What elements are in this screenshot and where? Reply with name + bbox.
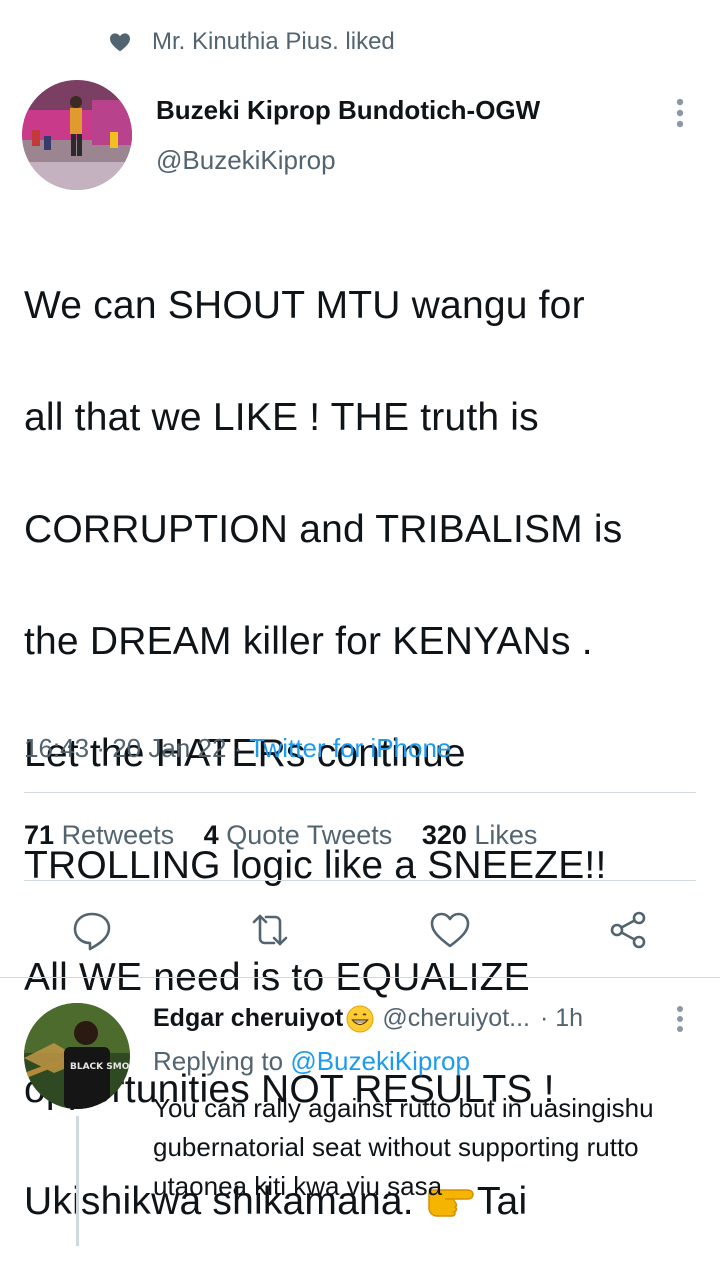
grinning-face-emoji-icon	[346, 1005, 374, 1032]
reply-time: · 1h	[539, 1004, 584, 1032]
tweet-separator	[0, 977, 720, 978]
more-options-icon[interactable]	[670, 96, 690, 132]
heart-icon	[110, 33, 130, 52]
tweet-text-line: all that we LIKE ! THE truth is	[24, 396, 539, 439]
tweet-text-line: We can SHOUT MTU wangu for	[24, 284, 585, 327]
reply-more-options-icon[interactable]	[670, 1004, 690, 1034]
replying-to: Replying to @BuzekiKiprop	[153, 1046, 470, 1077]
meta-separator: ·	[96, 733, 113, 763]
quotes-count: 4	[203, 820, 219, 850]
social-context[interactable]: Mr. Kinuthia Pius. liked	[108, 28, 395, 56]
replying-to-mention[interactable]: @BuzekiKiprop	[290, 1046, 470, 1076]
retweet-icon[interactable]	[248, 908, 292, 952]
liked-by-text: Mr. Kinuthia Pius. liked	[152, 28, 395, 55]
likes-stat[interactable]: 320 Likes	[422, 820, 538, 850]
divider	[24, 880, 696, 881]
thread-line	[76, 1116, 79, 1246]
heart-icon[interactable]	[428, 908, 472, 952]
author-avatar[interactable]	[22, 80, 132, 190]
likes-count: 320	[421, 820, 467, 850]
reply-icon[interactable]	[70, 908, 114, 952]
retweets-count: 71	[24, 820, 55, 850]
reply-author-handle[interactable]: @cheruiyot...	[382, 1004, 530, 1033]
tweet-time: 16:43	[24, 733, 90, 763]
tweet-meta: 16:43 · 20 Jan 22 · Twitter for iPhone	[24, 733, 451, 764]
avatar-photo	[22, 80, 132, 190]
tweet-text-line: All WE need is to EQUALIZE	[24, 956, 530, 999]
reply-text: You can rally against rutto but in uasin…	[153, 1093, 654, 1201]
reply-avatar-photo: BLACK SMOKE MATTERS	[24, 1003, 130, 1109]
quotes-stat[interactable]: 4 Quote Tweets	[204, 820, 393, 850]
tweet-source-link[interactable]: Twitter for iPhone	[249, 733, 451, 763]
divider	[24, 792, 696, 793]
shirt-text: BLACK SMOKE MATTERS	[70, 1062, 130, 1072]
tweet-text-line: CORRUPTION and TRIBALISM is	[24, 508, 623, 551]
meta-separator: ·	[233, 733, 250, 763]
quotes-label: Quote Tweets	[226, 820, 393, 850]
retweets-label: Retweets	[61, 820, 175, 850]
tweet-stats: 71 Retweets 4 Quote Tweets 320 Likes	[24, 820, 537, 851]
author-handle[interactable]: @BuzekiKiprop	[156, 145, 336, 176]
replying-prefix: Replying to	[153, 1046, 291, 1076]
likes-label: Likes	[474, 820, 538, 850]
reply-author-avatar[interactable]: BLACK SMOKE MATTERS	[24, 1003, 130, 1109]
reply-author-name[interactable]: Edgar cheruiyot	[153, 1004, 343, 1033]
tweet-date: 20 Jan 22	[112, 733, 227, 763]
author-name[interactable]: Buzeki Kiprop Bundotich-OGW	[156, 95, 540, 126]
tweet-text-line: the DREAM killer for KENYANs .	[24, 620, 593, 663]
share-icon[interactable]	[606, 908, 650, 952]
reply-header: Edgar cheruiyot @cheruiyot... · 1h	[153, 1004, 583, 1033]
retweets-stat[interactable]: 71 Retweets	[24, 820, 174, 850]
